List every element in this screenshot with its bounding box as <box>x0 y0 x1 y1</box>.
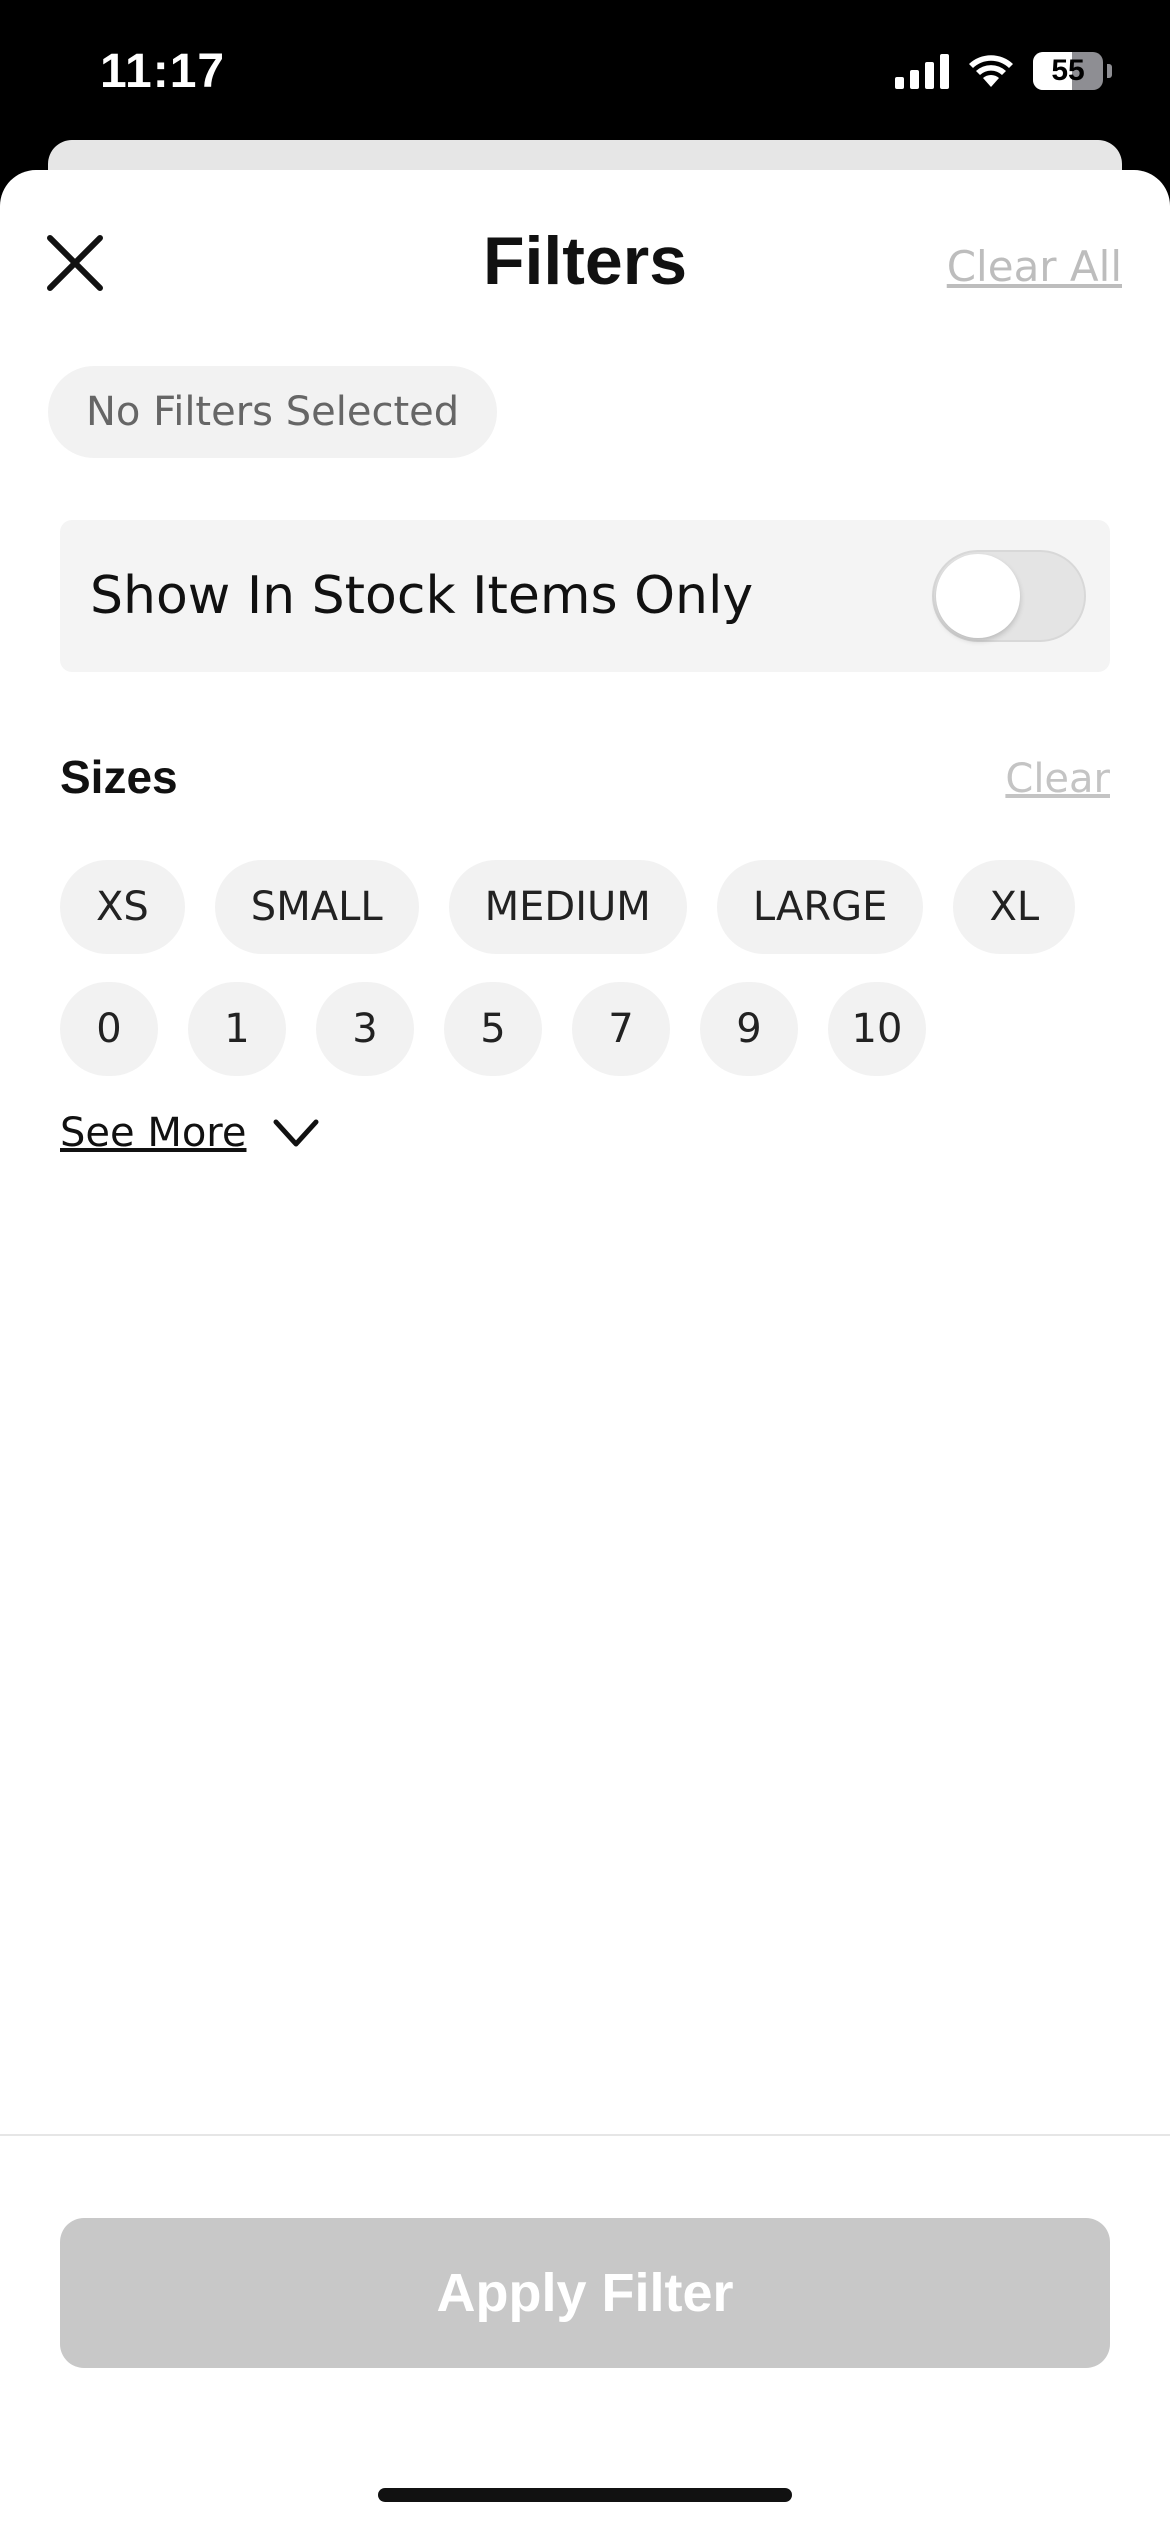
wifi-icon <box>969 55 1013 87</box>
battery-percent: 55 <box>1051 54 1085 87</box>
footer-divider <box>0 2134 1170 2136</box>
size-chip-3[interactable]: 3 <box>316 982 414 1076</box>
sizes-clear-link[interactable]: Clear <box>1005 756 1110 802</box>
size-chip-5[interactable]: 5 <box>444 982 542 1076</box>
clear-all-link[interactable]: Clear All <box>947 242 1122 291</box>
filters-sheet: Filters Clear All No Filters Selected Sh… <box>0 170 1170 2532</box>
number-sizes-row: 0 1 3 5 7 9 10 <box>60 982 926 1076</box>
size-chip-small[interactable]: SMALL <box>214 860 419 954</box>
size-chip-xs[interactable]: XS <box>60 860 185 954</box>
size-chip-large[interactable]: LARGE <box>716 860 924 954</box>
in-stock-only-label: Show In Stock Items Only <box>90 566 754 626</box>
chevron-down-icon <box>273 1119 319 1147</box>
size-chip-9[interactable]: 9 <box>700 982 798 1076</box>
status-time: 11:17 <box>100 45 226 98</box>
battery-tip <box>1107 64 1112 78</box>
size-chip-0[interactable]: 0 <box>60 982 158 1076</box>
apply-filter-button[interactable]: Apply Filter <box>60 2218 1110 2368</box>
in-stock-only-row: Show In Stock Items Only <box>60 520 1110 672</box>
letter-sizes-row: XS SMALL MEDIUM LARGE XL <box>60 860 1076 954</box>
cellular-signal-icon <box>895 53 949 89</box>
size-chip-1[interactable]: 1 <box>188 982 286 1076</box>
status-bar: 11:17 55 <box>0 0 1170 140</box>
no-filters-selected-chip: No Filters Selected <box>48 366 498 458</box>
see-more-label: See More <box>60 1110 247 1156</box>
size-chip-7[interactable]: 7 <box>572 982 670 1076</box>
size-chip-medium[interactable]: MEDIUM <box>448 860 687 954</box>
in-stock-only-toggle[interactable] <box>932 550 1086 642</box>
status-icons: 55 <box>895 52 1112 90</box>
size-chip-10[interactable]: 10 <box>828 982 926 1076</box>
home-indicator <box>378 2488 792 2502</box>
battery-icon: 55 <box>1033 52 1103 90</box>
see-more-button[interactable]: See More <box>60 1110 320 1156</box>
size-chip-xl[interactable]: XL <box>953 860 1076 954</box>
sizes-section-title: Sizes <box>60 751 178 803</box>
toggle-knob <box>936 554 1020 638</box>
